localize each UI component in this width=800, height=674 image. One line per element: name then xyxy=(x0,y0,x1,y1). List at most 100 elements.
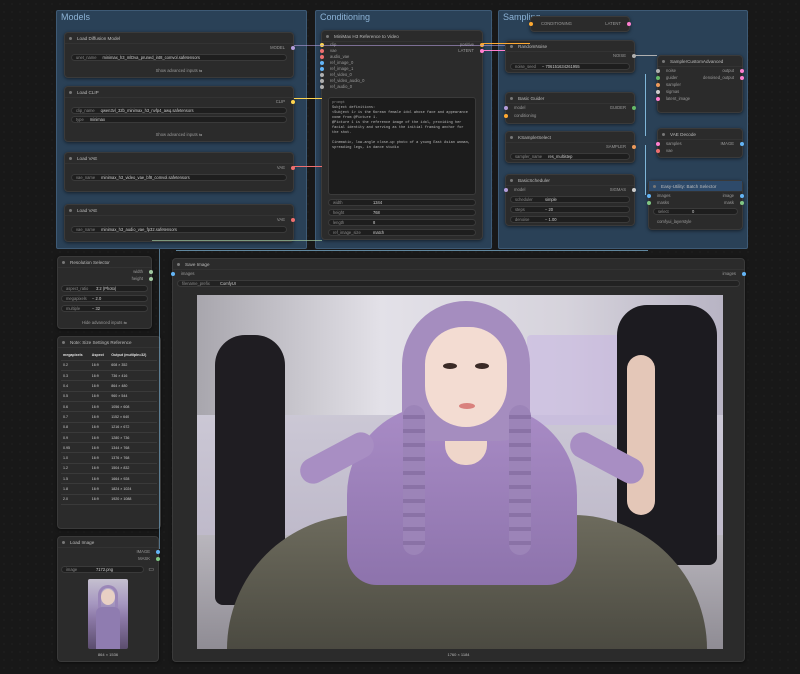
node-title[interactable]: VAE Decode xyxy=(658,129,742,140)
vae-name-select[interactable]: vae_name minimax_h3_video_vae_bf8_comvol.… xyxy=(71,174,287,181)
audio-vae-name-select[interactable]: vae_name minimax_h3_audio_vae_fp32.safete… xyxy=(71,226,287,233)
steps-input[interactable]: steps − 20 xyxy=(510,206,630,213)
output-model-slot[interactable] xyxy=(291,46,295,50)
output-height-slot[interactable] xyxy=(149,277,153,281)
clip-type-select[interactable]: type minimax xyxy=(71,116,287,123)
output-mask-slot[interactable] xyxy=(156,557,160,561)
input-conditioning-slot[interactable] xyxy=(529,22,533,26)
input-vae-slot[interactable] xyxy=(320,49,324,53)
sampler-name-select[interactable]: sampler_name res_multistep xyxy=(510,153,630,160)
node-size-settings-note[interactable]: Note: Size Settings Reference megapixels… xyxy=(57,336,161,529)
output-guider-slot[interactable] xyxy=(632,106,636,110)
input-sampler-slot[interactable] xyxy=(656,83,660,87)
megapixels-input[interactable]: megapixels − 2.0 xyxy=(61,295,148,302)
input-conditioning-slot[interactable] xyxy=(504,114,508,118)
node-title[interactable]: Load Image xyxy=(58,537,158,548)
node-sampler-custom-advanced[interactable]: SamplerCustomAdvanced noise output guider… xyxy=(656,55,744,113)
node-title[interactable]: Load Diffusion Model xyxy=(65,33,293,44)
node-load-diffusion-model[interactable]: Load Diffusion Model MODEL unet_name mini… xyxy=(64,32,295,78)
noise-seed-input[interactable]: noise_seed − 706151634261955 xyxy=(510,63,630,70)
output-sampler-slot[interactable] xyxy=(632,145,636,149)
hide-advanced-inputs-button[interactable]: Hide advanced inputs ⇆ xyxy=(58,320,151,325)
show-advanced-inputs-button[interactable]: Show advanced inputs ⇆ xyxy=(65,132,293,137)
node-title[interactable]: Easy-Utility: Batch Selector xyxy=(649,181,742,192)
height-input[interactable]: height 768 xyxy=(328,209,476,216)
output-image-slot[interactable] xyxy=(740,194,744,198)
filename-prefix-input[interactable]: filename_prefix ComfyUI xyxy=(177,280,740,287)
node-random-noise[interactable]: RandomNoise NOISE noise_seed − 7061516342… xyxy=(505,40,636,73)
output-sigmas-slot[interactable] xyxy=(632,188,636,192)
input-images-slot[interactable] xyxy=(647,194,651,198)
node-basic-guider[interactable]: Basic Guider model GUIDER conditioning xyxy=(504,92,636,124)
node-title[interactable]: Load VAE xyxy=(65,153,293,164)
table-cell: 0.3 xyxy=(61,370,90,382)
input-ref-image-1-slot[interactable] xyxy=(320,67,324,71)
output-clip-slot[interactable] xyxy=(291,100,295,104)
node-ksampler-select[interactable]: KSamplerSelect SAMPLER sampler_name res_m… xyxy=(505,131,636,163)
output-images-slot[interactable] xyxy=(742,272,746,276)
input-ref-image-0-slot[interactable] xyxy=(320,61,324,65)
aspect-ratio-select[interactable]: aspect_ratio 3:2 (Photo) xyxy=(61,285,148,292)
width-input[interactable]: width 1344 xyxy=(328,199,476,206)
input-noise-slot[interactable] xyxy=(656,69,660,73)
node-load-vae[interactable]: Load VAE VAE vae_name minimax_h3_video_va… xyxy=(64,152,295,192)
folder-icon[interactable]: ▭ xyxy=(148,566,154,573)
node-title[interactable]: Basic Guider xyxy=(506,93,634,104)
node-save-image[interactable]: Save Image images images filename_prefix C… xyxy=(171,258,746,662)
ref-image-size-select[interactable]: ref_image_size match xyxy=(328,229,476,236)
length-input[interactable]: length 8 xyxy=(328,219,476,226)
output-output-slot[interactable] xyxy=(740,69,744,73)
output-latent-slot[interactable] xyxy=(627,22,631,26)
input-samples-slot[interactable] xyxy=(656,142,660,146)
show-advanced-inputs-button[interactable]: Show advanced inputs ⇆ xyxy=(65,68,293,73)
output-image-slot[interactable] xyxy=(156,550,160,554)
node-vae-decode[interactable]: VAE Decode samples IMAGE vae xyxy=(656,128,744,158)
output-mask-slot[interactable] xyxy=(740,201,744,205)
input-ref-video-audio-0-slot[interactable] xyxy=(320,79,324,83)
node-title[interactable]: Save Image xyxy=(173,259,744,270)
unet-name-select[interactable]: unet_name minimax_h3_mlDva_pruned_int8_co… xyxy=(71,54,287,61)
input-latent-image-slot[interactable] xyxy=(656,97,660,101)
node-title[interactable]: BasicScheduler xyxy=(506,175,634,186)
select-input[interactable]: select 0 xyxy=(653,208,738,215)
graph-canvas[interactable]: Models Conditioning Sampling Load Diffus… xyxy=(0,0,800,674)
input-images-slot[interactable] xyxy=(171,272,175,276)
multiple-input[interactable]: multiple − 32 xyxy=(61,305,148,312)
input-guider-slot[interactable] xyxy=(656,76,660,80)
node-title[interactable]: KSamplerSelect xyxy=(506,132,634,143)
input-audio-vae-slot[interactable] xyxy=(320,55,324,59)
input-ref-video-0-slot[interactable] xyxy=(320,73,324,77)
input-sigmas-slot[interactable] xyxy=(656,90,660,94)
node-basic-scheduler[interactable]: BasicScheduler model SIGMAS scheduler simp… xyxy=(504,174,636,226)
node-resolution-selector[interactable]: Resolution Selector width height aspect_… xyxy=(57,256,153,329)
node-reroute-conditioning-latent[interactable]: CONDITIONING LATENT xyxy=(529,16,631,32)
node-title[interactable]: Note: Size Settings Reference xyxy=(58,337,160,348)
output-vae-slot[interactable] xyxy=(291,218,295,222)
node-title[interactable]: Resolution Selector xyxy=(58,257,151,268)
output-image-preview[interactable] xyxy=(197,295,723,649)
input-ref-audio-0-slot[interactable] xyxy=(320,85,324,89)
node-batch-selector[interactable]: Easy-Utility: Batch Selector images image… xyxy=(647,180,744,230)
table-cell: 16:9 xyxy=(89,370,110,382)
prompt-textarea[interactable]: prompt Subject definitions: <Subject 1> … xyxy=(328,97,476,195)
output-image-slot[interactable] xyxy=(740,142,744,146)
denoise-input[interactable]: denoise − 1.00 xyxy=(510,216,630,223)
node-title[interactable]: Load CLIP xyxy=(65,87,293,98)
node-reference-to-video[interactable]: MiniMax H3 Reference to Video clippositi… xyxy=(320,30,484,240)
input-masks-slot[interactable] xyxy=(647,201,651,205)
node-title[interactable]: Load VAE xyxy=(65,205,293,216)
wire-latent-to-sampling xyxy=(483,50,505,51)
image-file-select[interactable]: image 7172.png xyxy=(61,566,144,573)
node-load-image[interactable]: Load Image IMAGE MASK image 7172.png ▭ 86… xyxy=(57,536,160,662)
scheduler-select[interactable]: scheduler simple xyxy=(510,196,630,203)
input-model-slot[interactable] xyxy=(504,106,508,110)
node-load-clip[interactable]: Load CLIP CLIP clip_name qwen3vl_32b_mini… xyxy=(64,86,295,142)
input-model-slot[interactable] xyxy=(504,188,508,192)
node-load-audio-vae[interactable]: Load VAE VAE vae_name minimax_h3_audio_va… xyxy=(64,204,295,242)
output-denoised-output-slot[interactable] xyxy=(740,76,744,80)
clip-name-select[interactable]: clip_name qwen3vl_32b_minimax_h3_nvfp4_aw… xyxy=(71,107,287,114)
input-vae-slot[interactable] xyxy=(656,149,660,153)
node-title[interactable]: SamplerCustomAdvanced xyxy=(658,56,742,67)
output-width-slot[interactable] xyxy=(149,270,153,274)
node-title[interactable]: MiniMax H3 Reference to Video xyxy=(322,31,482,42)
